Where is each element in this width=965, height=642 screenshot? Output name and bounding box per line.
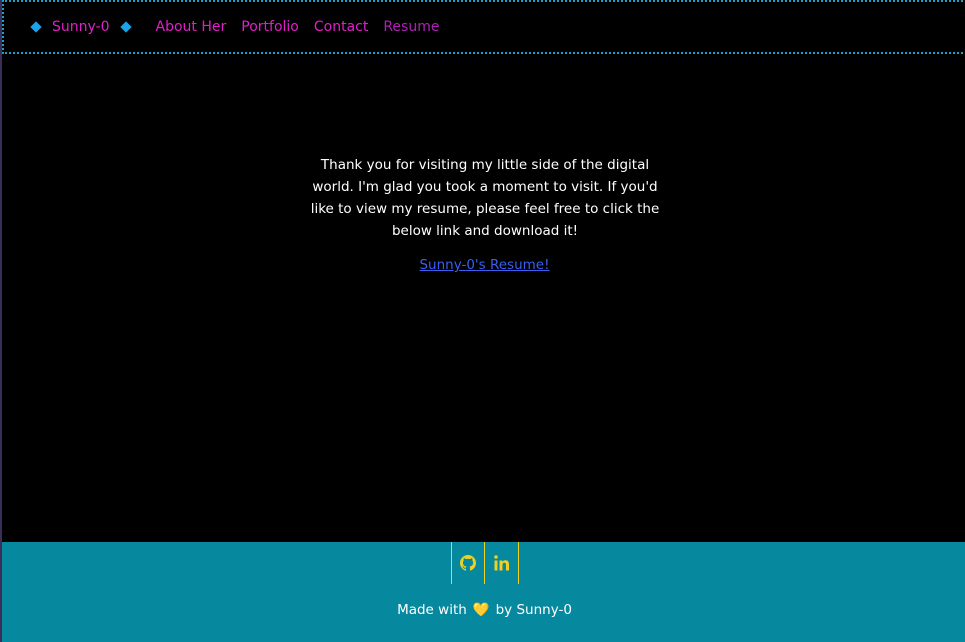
made-with-text: Made with 💛 by Sunny-0 (2, 602, 965, 618)
nav-link-resume[interactable]: Resume (383, 19, 439, 35)
made-with-suffix: by Sunny-0 (495, 602, 572, 618)
brand-name[interactable]: Sunny-0 (52, 19, 110, 35)
nav-link-contact[interactable]: Contact (314, 19, 368, 35)
github-link[interactable] (451, 542, 484, 584)
linkedin-icon (493, 555, 509, 571)
github-icon (460, 555, 476, 571)
intro-text: Thank you for visiting my little side of… (310, 157, 660, 239)
page: Sunny-0 About Her Portfolio Contact Resu… (0, 0, 965, 642)
nav-link-portfolio[interactable]: Portfolio (241, 19, 299, 35)
resume-link[interactable]: Sunny-0's Resume! (419, 257, 549, 273)
brand[interactable]: Sunny-0 (30, 19, 132, 35)
social-links (451, 542, 519, 584)
main-content: Thank you for visiting my little side of… (2, 54, 965, 542)
resume-link-container: Sunny-0's Resume! (2, 257, 965, 273)
heart-icon: 💛 (472, 602, 490, 618)
diamond-icon (30, 21, 42, 33)
made-with-prefix: Made with (397, 602, 467, 618)
navbar: Sunny-0 About Her Portfolio Contact Resu… (2, 0, 965, 54)
nav-link-about-her[interactable]: About Her (156, 19, 227, 35)
linkedin-link[interactable] (484, 542, 519, 584)
footer: Made with 💛 by Sunny-0 (2, 542, 965, 642)
diamond-icon (119, 21, 132, 33)
